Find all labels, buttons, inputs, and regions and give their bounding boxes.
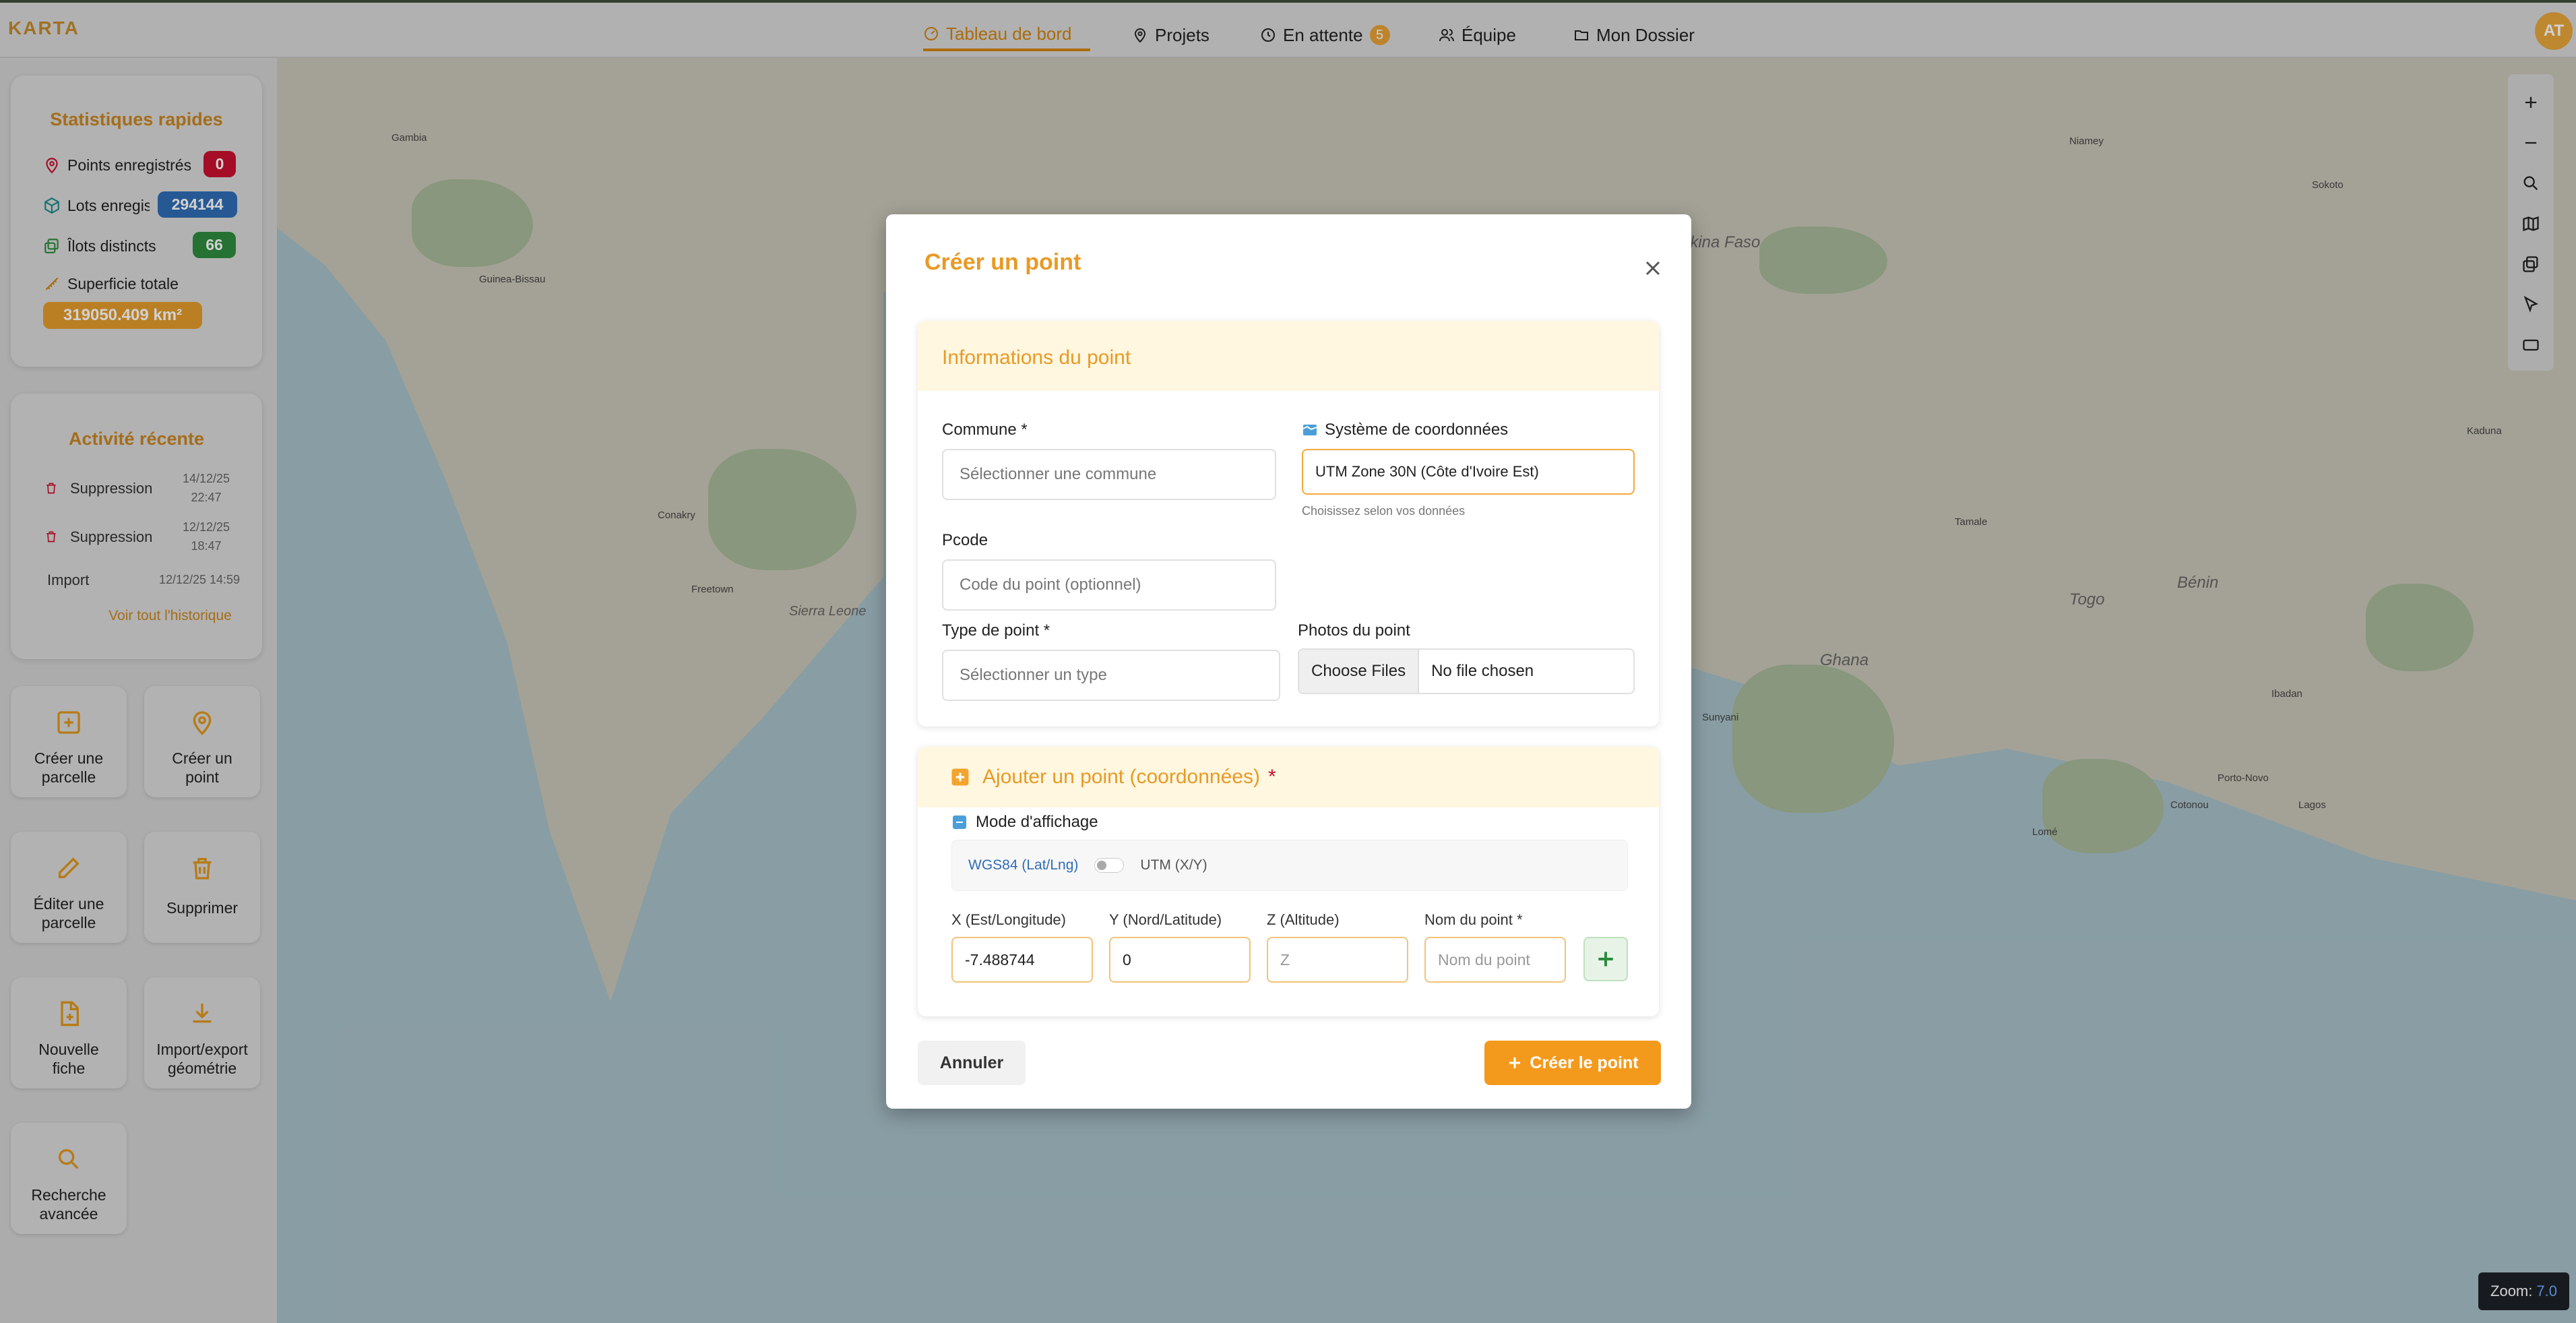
mode-utm-option[interactable]: UTM (X/Y) bbox=[1140, 857, 1207, 873]
crs-select[interactable]: UTM Zone 30N (Côte d'Ivoire Est) bbox=[1302, 449, 1635, 495]
display-mode-label: Mode d'affichage bbox=[976, 813, 1098, 831]
point-info-card: Informations du point Commune * Sélectio… bbox=[918, 321, 1659, 727]
mode-toggle-switch[interactable] bbox=[1094, 858, 1125, 873]
create-point-submit-button[interactable]: Créer le point bbox=[1484, 1041, 1661, 1085]
z-label: Z (Altitude) bbox=[1267, 911, 1340, 928]
point-type-select[interactable]: Sélectionner un type bbox=[942, 650, 1280, 701]
crs-hint: Choisissez selon vos données bbox=[1302, 504, 1466, 518]
toggle-icon bbox=[953, 816, 966, 829]
map-icon bbox=[1302, 425, 1317, 435]
coordinates-title: Ajouter un point (coordonnées) bbox=[982, 766, 1260, 788]
coordinates-card: Ajouter un point (coordonnées) * Mode d'… bbox=[918, 747, 1659, 1016]
point-type-label: Type de point * bbox=[942, 621, 1050, 640]
create-point-modal: Créer un point Informations du point Com… bbox=[886, 214, 1691, 1109]
x-label: X (Est/Longitude) bbox=[951, 911, 1066, 928]
point-name-label: Nom du point * bbox=[1424, 911, 1523, 928]
close-icon[interactable] bbox=[1641, 256, 1665, 280]
pcode-label: Pcode bbox=[942, 531, 988, 549]
y-label: Y (Nord/Latitude) bbox=[1109, 911, 1222, 928]
crs-label-row: Système de coordonnées bbox=[1302, 421, 1508, 439]
commune-label: Commune * bbox=[942, 421, 1028, 439]
y-input[interactable]: 0 bbox=[1109, 937, 1251, 983]
mode-wgs84-option[interactable]: WGS84 (Lat/Lng) bbox=[968, 857, 1078, 873]
plus-icon bbox=[1598, 952, 1613, 966]
create-point-submit-label: Créer le point bbox=[1530, 1053, 1639, 1072]
cancel-button[interactable]: Annuler bbox=[918, 1041, 1026, 1085]
toggle-knob bbox=[1097, 861, 1107, 870]
photos-label: Photos du point bbox=[1298, 621, 1410, 640]
x-input[interactable]: -7.488744 bbox=[951, 937, 1093, 983]
commune-select[interactable]: Sélectionner une commune bbox=[942, 449, 1276, 500]
no-file-text: No file chosen bbox=[1431, 662, 1534, 680]
coordinates-header: Ajouter un point (coordonnées) * bbox=[918, 747, 1659, 807]
modal-title: Créer un point bbox=[924, 249, 1081, 275]
point-info-header: Informations du point bbox=[918, 321, 1659, 391]
photos-file-input[interactable]: Choose Files No file chosen bbox=[1298, 648, 1635, 694]
display-mode-toggle-group: WGS84 (Lat/Lng) UTM (X/Y) bbox=[951, 840, 1628, 891]
choose-files-button[interactable]: Choose Files bbox=[1299, 650, 1420, 693]
add-coordinate-button[interactable] bbox=[1583, 937, 1628, 981]
display-mode-row: Mode d'affichage bbox=[951, 813, 1098, 832]
pcode-input[interactable]: Code du point (optionnel) bbox=[942, 559, 1276, 611]
required-marker: * bbox=[1267, 766, 1276, 788]
plus-icon bbox=[1509, 1057, 1521, 1068]
point-name-input[interactable]: Nom du point bbox=[1424, 937, 1566, 983]
z-input[interactable]: Z bbox=[1267, 937, 1408, 983]
plus-square-icon bbox=[951, 768, 969, 786]
crs-label: Système de coordonnées bbox=[1325, 421, 1509, 439]
